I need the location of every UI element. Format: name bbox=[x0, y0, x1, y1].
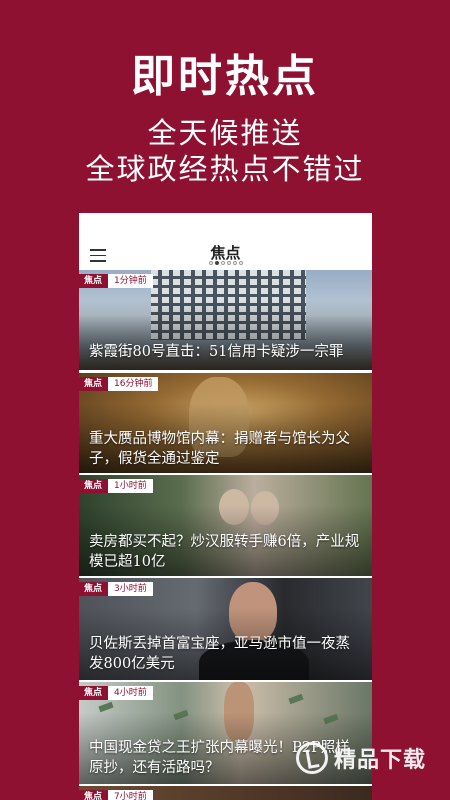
category-label: 焦点 bbox=[79, 479, 109, 493]
news-card[interactable]: 焦点 1小时前 卖房都买不起？炒汉服转手赚6倍，产业规模已超10亿 bbox=[79, 475, 372, 576]
news-headline: 重大赝品博物馆内幕：捐赠者与馆长为父子，假货全通过鉴定 bbox=[89, 431, 350, 467]
timestamp: 16分钟前 bbox=[108, 377, 159, 391]
page-dot bbox=[208, 261, 213, 265]
page-dot bbox=[232, 261, 237, 265]
timestamp: 1分钟前 bbox=[108, 274, 153, 288]
category-label: 焦点 bbox=[79, 377, 109, 391]
page-dot-active bbox=[214, 261, 219, 265]
app-header: 焦点 bbox=[79, 213, 372, 269]
news-tag: 焦点 7小时前 bbox=[79, 790, 153, 800]
news-tag: 焦点 16分钟前 bbox=[79, 377, 159, 391]
watermark-text: 精品下载 bbox=[334, 748, 427, 773]
news-headline: 紫霞街80号直击：51信用卡疑涉一宗罪 bbox=[89, 344, 344, 360]
watermark: 精品下载 bbox=[296, 738, 436, 778]
news-tag: 焦点 3小时前 bbox=[79, 582, 153, 596]
timestamp: 7小时前 bbox=[108, 790, 153, 800]
news-tag: 焦点 1分钟前 bbox=[79, 274, 153, 288]
app-title: 焦点 bbox=[210, 244, 241, 262]
phone-screen: 焦点 焦点 1分钟前 紫霞街80号直击：51信用卡疑涉一宗罪 焦点 16分钟前 … bbox=[79, 213, 372, 800]
news-headline: 贝佐斯丢掉首富宝座，亚马逊市值一夜蒸发800亿美元 bbox=[89, 636, 350, 672]
category-label: 焦点 bbox=[79, 274, 109, 288]
category-label: 焦点 bbox=[79, 582, 109, 596]
news-tag: 焦点 1小时前 bbox=[79, 479, 153, 493]
timestamp: 1小时前 bbox=[108, 479, 153, 493]
timestamp: 4小时前 bbox=[108, 686, 153, 700]
category-label: 焦点 bbox=[79, 790, 109, 800]
news-card[interactable]: 焦点 3小时前 贝佐斯丢掉首富宝座，亚马逊市值一夜蒸发800亿美元 bbox=[79, 578, 372, 680]
page-indicator bbox=[79, 261, 372, 265]
news-card[interactable]: 焦点 1分钟前 紫霞街80号直击：51信用卡疑涉一宗罪 bbox=[79, 270, 372, 370]
news-card[interactable]: 焦点 7小时前 bbox=[79, 786, 372, 800]
news-tag: 焦点 4小时前 bbox=[79, 686, 153, 700]
jingpin-logo-icon bbox=[296, 742, 328, 774]
page-dot bbox=[238, 261, 243, 265]
timestamp: 3小时前 bbox=[108, 582, 153, 596]
category-label: 焦点 bbox=[79, 686, 109, 700]
promo-title: 即时热点 bbox=[131, 51, 319, 102]
news-card[interactable]: 焦点 16分钟前 重大赝品博物馆内幕：捐赠者与馆长为父子，假货全通过鉴定 bbox=[79, 373, 372, 473]
news-headline: 卖房都买不起？炒汉服转手赚6倍，产业规模已超10亿 bbox=[89, 534, 360, 570]
promo-subtitle-line-2: 全球政经热点不错过 bbox=[85, 152, 365, 186]
page-dot bbox=[220, 261, 225, 265]
page-dot bbox=[226, 261, 231, 265]
